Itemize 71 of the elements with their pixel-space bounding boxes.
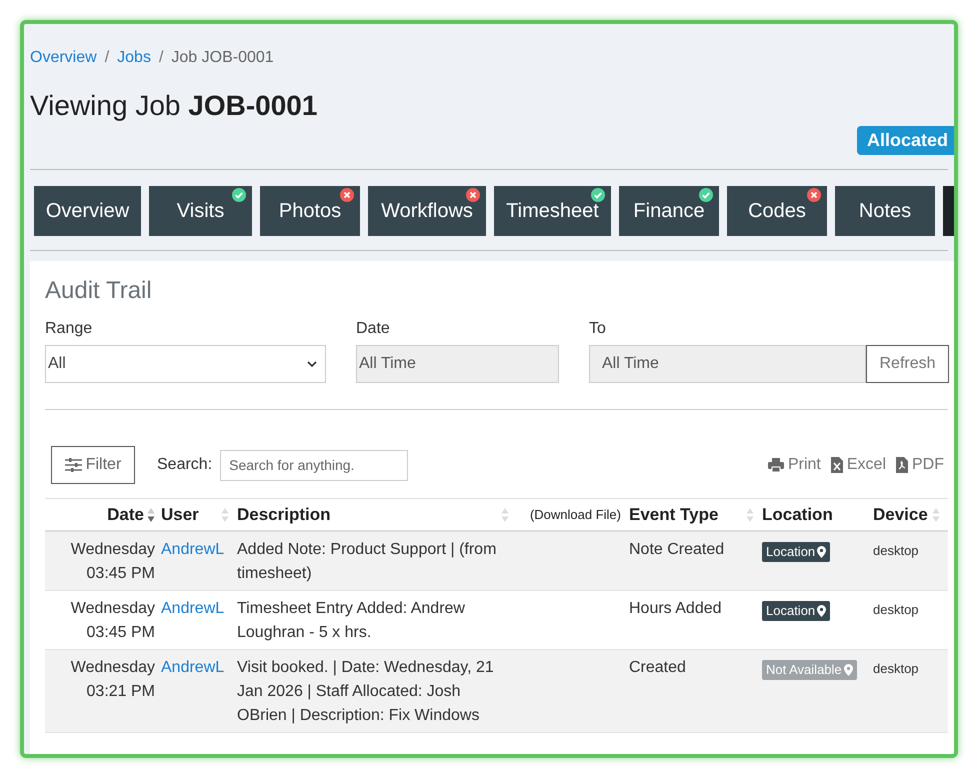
pdf-link[interactable]: PDF [896, 453, 944, 477]
time-cell-text: 03:45 PM [86, 564, 155, 584]
page-title: Viewing Job JOB-0001 [30, 90, 318, 122]
check-icon [232, 188, 246, 202]
time-cell-text: 03:45 PM [86, 623, 155, 643]
field-label: Date [356, 319, 391, 337]
date-field[interactable]: All Time [356, 345, 559, 383]
field-label: To [589, 319, 607, 337]
filter-button[interactable]: Filter [51, 446, 135, 484]
tab[interactable]: Workflows [368, 186, 486, 236]
breadcrumb-separator: / [104, 48, 110, 68]
sliders-icon [64, 458, 82, 472]
column-header[interactable]: Event Type [629, 502, 718, 528]
map-pin-icon [844, 664, 853, 676]
tab[interactable]: Photos [260, 186, 360, 236]
tab[interactable]: Finance [619, 186, 719, 236]
status-badge: Allocated [856, 126, 954, 155]
column-header[interactable]: Location [762, 502, 833, 528]
breadcrumb-link[interactable]: Jobs [117, 46, 151, 70]
search-field[interactable]: Search for anything. [220, 450, 408, 480]
tab[interactable]: Notes [835, 186, 935, 236]
check-icon [699, 188, 713, 202]
sort-icon[interactable] [147, 506, 155, 522]
date-cell-text: Wednesday [70, 658, 155, 678]
chevron-down-icon [307, 360, 317, 368]
field-label: Range [45, 319, 94, 337]
to-date-field[interactable]: All Time [589, 345, 866, 383]
column-header[interactable]: (Download File) [530, 504, 621, 524]
device-cell: desktop [873, 602, 919, 617]
description-cell: Timesheet Entry Added: Andrew Loughran - 5 x hrs. [237, 600, 465, 641]
user-link[interactable]: AndrewL [161, 541, 224, 558]
tab[interactable]: Overview [34, 186, 141, 236]
event-type-cell: Hours Added [629, 600, 722, 617]
excel-file-icon [830, 457, 843, 473]
column-header[interactable]: Device [873, 502, 928, 528]
refresh-button[interactable]: Refresh [866, 345, 949, 383]
check-icon [591, 188, 605, 202]
breadcrumb-current: Job JOB-0001 [171, 48, 274, 68]
column-header[interactable]: Description [237, 502, 331, 528]
description-cell: Added Note: Product Support | (from timesheet) [237, 541, 496, 582]
breadcrumb-link[interactable]: Overview [30, 46, 97, 70]
date-cell-text: Wednesday [70, 599, 155, 619]
event-type-cell: Created [629, 659, 686, 676]
device-cell: desktop [873, 543, 919, 558]
location-badge[interactable]: Location [762, 542, 830, 562]
column-header[interactable]: User [161, 502, 199, 528]
map-pin-icon [817, 546, 826, 558]
user-link[interactable]: AndrewL [161, 659, 224, 676]
description-cell: Visit booked. | Date: Wednesday, 21 Jan 2026 | Staff Allocated: Josh OBrien | Description: Fix Windows [237, 659, 494, 724]
user-link[interactable]: AndrewL [161, 600, 224, 617]
close-icon [340, 188, 354, 202]
tab[interactable]: Timesheet [494, 186, 611, 236]
range-select[interactable]: All [45, 345, 326, 383]
tab[interactable]: Visits [149, 186, 252, 236]
column-header[interactable]: Date [107, 502, 144, 528]
print-link[interactable]: Print [768, 453, 821, 477]
breadcrumb-separator: / [158, 48, 164, 68]
excel-link[interactable]: Excel [830, 453, 886, 477]
printer-icon [768, 458, 784, 472]
event-type-cell: Note Created [629, 541, 724, 558]
date-cell-text: Wednesday [70, 540, 155, 560]
location-badge[interactable]: Location [762, 601, 830, 621]
map-pin-icon [817, 605, 826, 617]
search-label: Search: [157, 455, 212, 475]
close-icon [807, 188, 821, 202]
device-cell: desktop [873, 661, 919, 676]
section-heading: Audit Trail [45, 277, 153, 305]
close-icon [466, 188, 480, 202]
pdf-file-icon [896, 457, 908, 473]
time-cell-text: 03:21 PM [86, 682, 155, 702]
tab[interactable]: Codes [727, 186, 827, 236]
